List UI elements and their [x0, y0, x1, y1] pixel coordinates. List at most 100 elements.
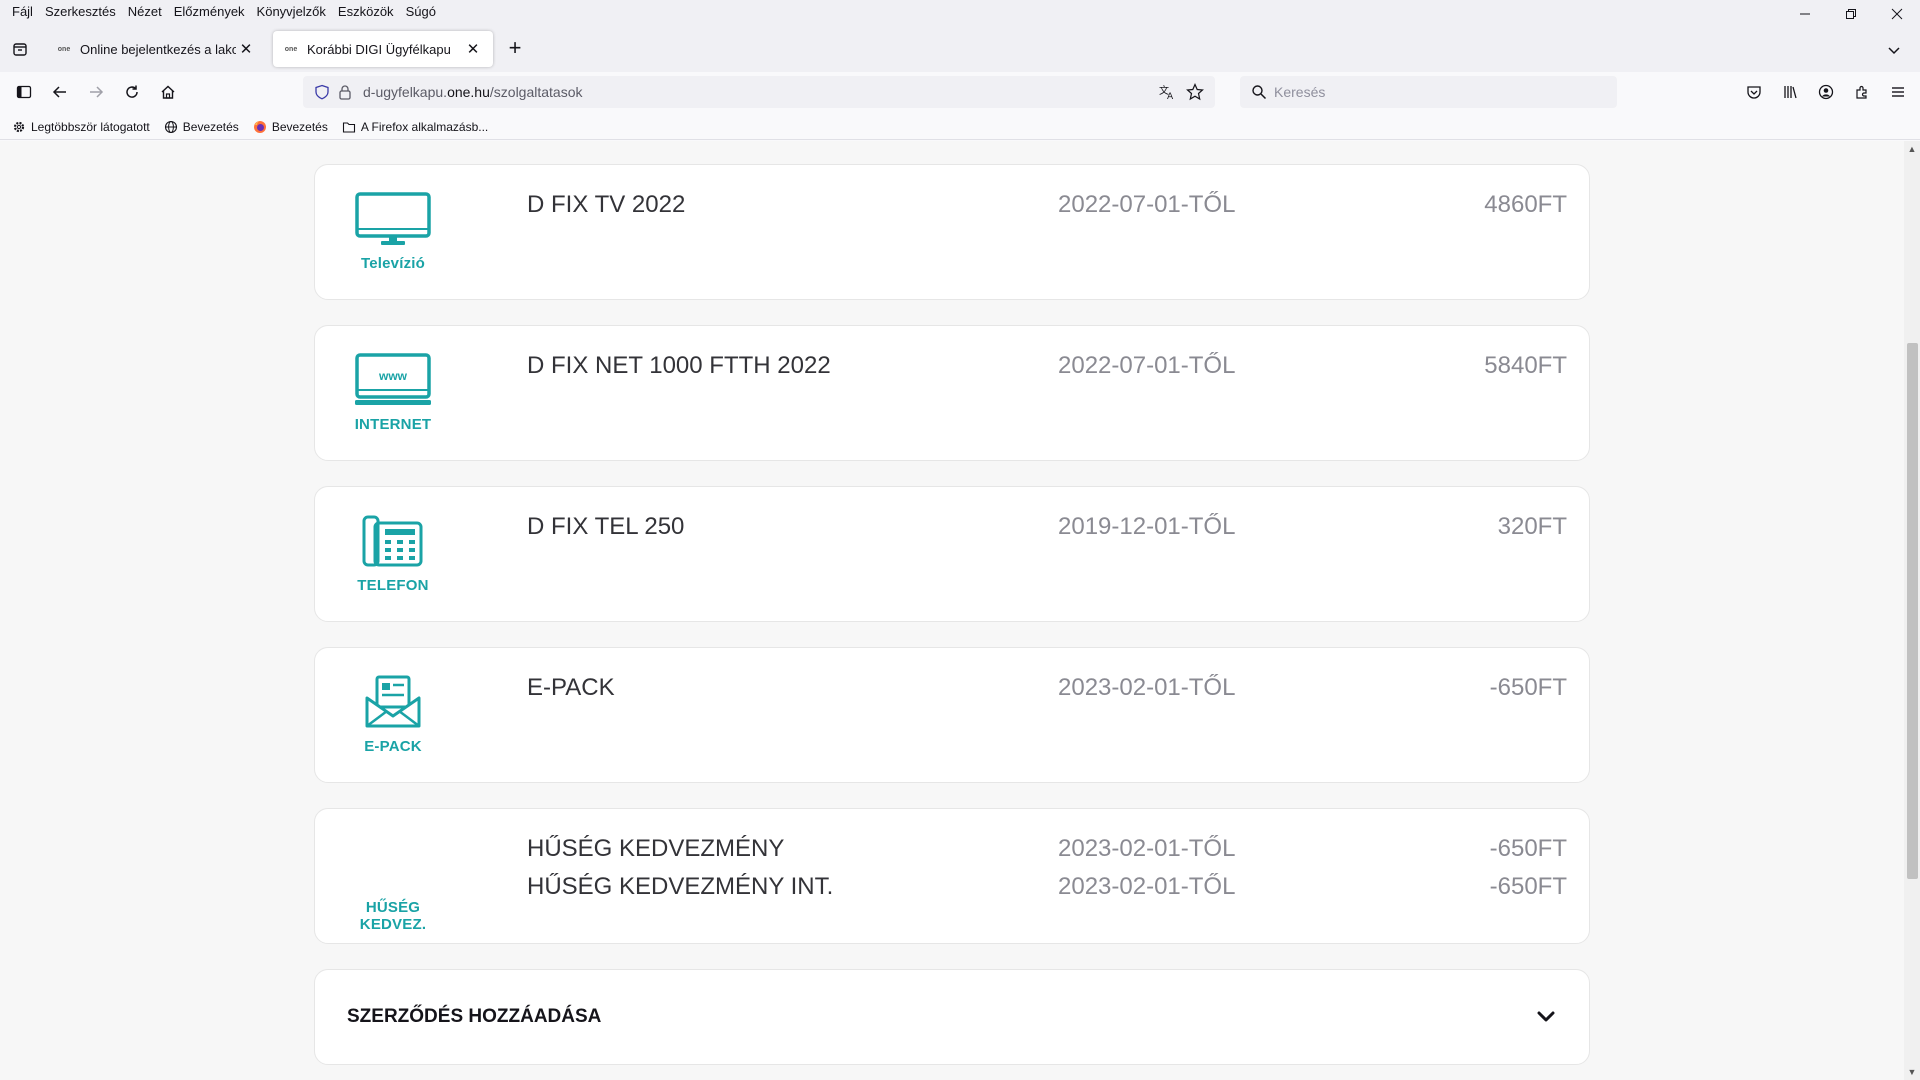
service-date: 2019-12-01-TŐL: [1058, 513, 1236, 540]
new-tab-button[interactable]: +: [503, 37, 527, 61]
service-category: HŰSÉG KEDVEZ.: [337, 835, 449, 933]
bookmark-star-icon[interactable]: [1181, 78, 1209, 106]
home-button[interactable]: [156, 80, 180, 104]
tab-digi-ugyfelkapu[interactable]: one Korábbi DIGI Ügyfélkapu ✕: [273, 31, 493, 67]
firefox-view-icon: [13, 43, 27, 56]
menu-history[interactable]: Előzmények: [168, 0, 251, 24]
service-name: E-PACK: [527, 674, 615, 701]
extensions-icon[interactable]: [1850, 80, 1874, 104]
bookmark-label: Bevezetés: [271, 119, 328, 134]
scroll-up-icon[interactable]: ▲: [1904, 141, 1920, 157]
service-price: 4860FT: [1484, 191, 1567, 218]
service-category: TELEFON: [337, 513, 449, 594]
back-button[interactable]: [48, 80, 72, 104]
firefox-view-button[interactable]: [8, 37, 32, 61]
sidebar-toggle-button[interactable]: [12, 80, 36, 104]
gear-icon: [12, 120, 26, 134]
service-name: D FIX TEL 250: [527, 513, 685, 540]
page-viewport: Televízió D FIX TV 2022 2022-07-01-TŐL 4…: [0, 141, 1904, 1080]
translate-icon[interactable]: 文A: [1153, 78, 1181, 106]
tab-close-icon[interactable]: ✕: [463, 40, 483, 58]
url-bar[interactable]: d-ugyfelkapu.one.hu/szolgaltatasok 文A: [303, 76, 1215, 108]
account-icon[interactable]: [1814, 80, 1838, 104]
url-path: /szolgaltatasok: [489, 84, 583, 100]
service-price: 5840FT: [1484, 352, 1567, 379]
add-contract-title: SZERZŐDÉS HOZZÁADÁSA: [347, 1006, 602, 1027]
service-price: 320FT: [1497, 513, 1567, 540]
forward-button[interactable]: [84, 80, 108, 104]
service-row: E-PACK 2023-02-01-TŐL -650FT: [527, 674, 1567, 708]
add-contract-accordion[interactable]: SZERZŐDÉS HOZZÁADÁSA: [314, 969, 1590, 1065]
menu-help[interactable]: Súgó: [400, 0, 442, 24]
category-label: TELEFON: [357, 577, 429, 594]
one-favicon-icon: one: [57, 45, 71, 53]
service-date: 2023-02-01-TŐL: [1058, 835, 1236, 862]
arrow-left-icon: [52, 86, 66, 98]
pocket-icon[interactable]: [1742, 80, 1766, 104]
restore-icon: [1846, 9, 1856, 19]
service-card-huseg: HŰSÉG KEDVEZ. HŰSÉG KEDVEZMÉNY 2023-02-0…: [314, 808, 1590, 944]
folder-icon: [342, 120, 356, 134]
firefox-icon: [253, 120, 267, 134]
search-input[interactable]: [1274, 84, 1594, 100]
service-row: HŰSÉG KEDVEZMÉNY INT. 2023-02-01-TŐL -65…: [527, 873, 1567, 907]
chevron-down-icon: [1888, 47, 1900, 55]
bookmark-firefox-apps[interactable]: A Firefox alkalmazásb...: [342, 120, 488, 134]
library-icon[interactable]: [1778, 80, 1802, 104]
url-prefix: d-ugyfelkapu.: [363, 84, 448, 100]
www-icon-text: www: [378, 369, 408, 383]
reload-icon: [126, 85, 138, 98]
service-row: D FIX TV 2022 2022-07-01-TŐL 4860FT: [527, 191, 1567, 225]
service-category: www INTERNET: [337, 352, 449, 433]
search-bar[interactable]: [1240, 76, 1617, 108]
service-date: 2023-02-01-TŐL: [1058, 873, 1236, 900]
scrollbar-thumb[interactable]: [1907, 343, 1918, 879]
menu-tools[interactable]: Eszközök: [332, 0, 400, 24]
service-name: HŰSÉG KEDVEZMÉNY INT.: [527, 873, 834, 900]
list-all-tabs-button[interactable]: [1882, 38, 1906, 62]
tab-title: Online bejelentkezés a lakosság: [80, 41, 236, 57]
service-card-telefon: TELEFON D FIX TEL 250 2019-12-01-TŐL 320…: [314, 486, 1590, 622]
tab-close-icon[interactable]: ✕: [236, 40, 256, 58]
nav-bar: d-ugyfelkapu.one.hu/szolgaltatasok 文A: [0, 72, 1920, 112]
tab-online-bejelentkezes[interactable]: one Online bejelentkezés a lakosság ✕: [46, 31, 266, 67]
category-label: INTERNET: [354, 416, 432, 433]
www-monitor-icon: www: [337, 352, 449, 408]
minimize-icon: [1800, 13, 1810, 15]
shield-icon[interactable]: [313, 83, 331, 101]
bookmark-bevezetes-1[interactable]: Bevezetés: [164, 120, 239, 134]
service-price: -650FT: [1489, 835, 1567, 862]
one-favicon-icon: one: [284, 45, 298, 53]
service-date: 2022-07-01-TŐL: [1058, 352, 1236, 379]
service-card-internet: www INTERNET D FIX NET 1000 FTTH 2022 20…: [314, 325, 1590, 461]
chevron-down-icon[interactable]: [1535, 1006, 1557, 1028]
service-category: E-PACK: [337, 674, 449, 755]
menu-file[interactable]: Fájl: [6, 0, 39, 24]
sidebar-icon: [16, 85, 32, 99]
bookmark-label: Bevezetés: [182, 119, 239, 134]
url-text[interactable]: d-ugyfelkapu.one.hu/szolgaltatasok: [363, 84, 1153, 100]
scroll-down-icon[interactable]: ▼: [1904, 1064, 1920, 1080]
menu-bookmarks[interactable]: Könyvjelzők: [251, 0, 332, 24]
menu-edit[interactable]: Szerkesztés: [39, 0, 122, 24]
empty-icon-slot: [337, 835, 449, 891]
menu-view[interactable]: Nézet: [122, 0, 168, 24]
service-row: HŰSÉG KEDVEZMÉNY 2023-02-01-TŐL -650FT: [527, 835, 1567, 869]
service-category: Televízió: [337, 191, 449, 272]
reload-button[interactable]: [120, 80, 144, 104]
search-icon: [1250, 83, 1268, 101]
bookmark-most-visited[interactable]: Legtöbbször látogatott: [12, 120, 150, 134]
url-host: one.hu: [447, 84, 490, 100]
tab-title: Korábbi DIGI Ügyfélkapu: [307, 41, 451, 57]
page-scrollbar[interactable]: ▲ ▼: [1904, 141, 1920, 1080]
service-card-tv: Televízió D FIX TV 2022 2022-07-01-TŐL 4…: [314, 164, 1590, 300]
service-date: 2023-02-01-TŐL: [1058, 674, 1236, 701]
hamburger-menu-icon[interactable]: [1886, 80, 1910, 104]
service-name: D FIX TV 2022: [527, 191, 686, 218]
globe-icon: [164, 120, 178, 134]
category-label: HŰSÉG KEDVEZ.: [359, 899, 427, 933]
bookmark-bevezetes-2[interactable]: Bevezetés: [253, 120, 328, 134]
service-price: -650FT: [1489, 674, 1567, 701]
lock-icon[interactable]: [337, 83, 353, 101]
service-name: D FIX NET 1000 FTTH 2022: [527, 352, 831, 379]
